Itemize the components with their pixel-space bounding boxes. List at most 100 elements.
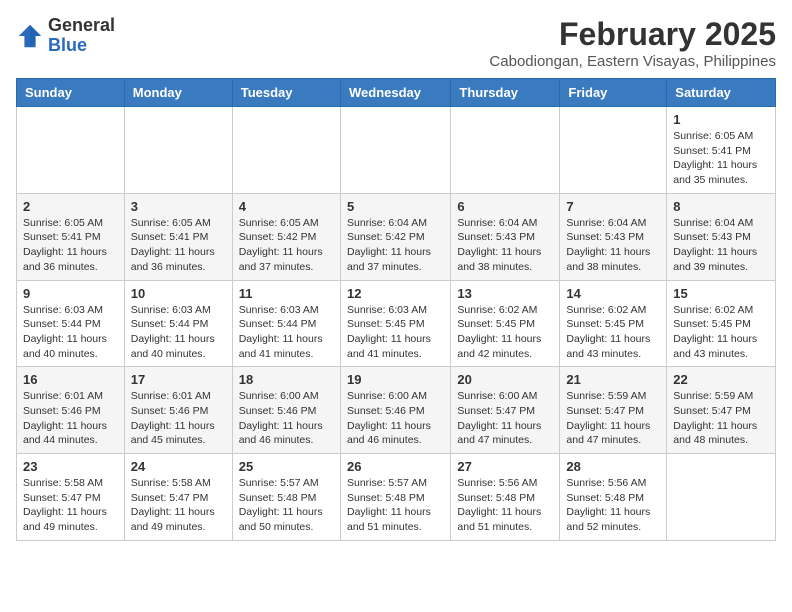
day-info: Sunrise: 6:04 AM Sunset: 5:43 PM Dayligh… [457, 216, 553, 275]
day-number: 23 [23, 459, 118, 474]
day-info: Sunrise: 6:04 AM Sunset: 5:43 PM Dayligh… [673, 216, 769, 275]
calendar-cell: 16 Sunrise: 6:01 AM Sunset: 5:46 PM Dayli… [17, 367, 125, 454]
calendar-cell: 7 Sunrise: 6:04 AM Sunset: 5:43 PM Daylig… [560, 193, 667, 280]
day-number: 9 [23, 286, 118, 301]
column-header-thursday: Thursday [451, 79, 560, 107]
day-number: 25 [239, 459, 334, 474]
calendar-cell: 4 Sunrise: 6:05 AM Sunset: 5:42 PM Daylig… [232, 193, 340, 280]
day-info: Sunrise: 6:03 AM Sunset: 5:45 PM Dayligh… [347, 303, 444, 362]
calendar-table: SundayMondayTuesdayWednesdayThursdayFrid… [16, 78, 776, 541]
day-number: 4 [239, 199, 334, 214]
day-info: Sunrise: 6:05 AM Sunset: 5:41 PM Dayligh… [673, 129, 769, 188]
day-info: Sunrise: 6:01 AM Sunset: 5:46 PM Dayligh… [131, 389, 226, 448]
calendar-cell: 12 Sunrise: 6:03 AM Sunset: 5:45 PM Dayli… [340, 280, 450, 367]
calendar-cell: 1 Sunrise: 6:05 AM Sunset: 5:41 PM Daylig… [667, 107, 776, 194]
calendar-cell: 22 Sunrise: 5:59 AM Sunset: 5:47 PM Dayli… [667, 367, 776, 454]
calendar-cell: 15 Sunrise: 6:02 AM Sunset: 5:45 PM Dayli… [667, 280, 776, 367]
calendar-cell: 2Sunrise: 6:05 AM Sunset: 5:41 PM Daylig… [17, 193, 125, 280]
logo-general-text: General [48, 15, 115, 35]
day-number: 22 [673, 372, 769, 387]
calendar-cell: 24 Sunrise: 5:58 AM Sunset: 5:47 PM Dayli… [124, 454, 232, 541]
day-info: Sunrise: 6:04 AM Sunset: 5:43 PM Dayligh… [566, 216, 660, 275]
day-number: 12 [347, 286, 444, 301]
calendar-week-row: 16 Sunrise: 6:01 AM Sunset: 5:46 PM Dayli… [17, 367, 776, 454]
calendar-cell: 25 Sunrise: 5:57 AM Sunset: 5:48 PM Dayli… [232, 454, 340, 541]
calendar-cell: 3 Sunrise: 6:05 AM Sunset: 5:41 PM Daylig… [124, 193, 232, 280]
day-info: Sunrise: 6:05 AM Sunset: 5:41 PM Dayligh… [23, 216, 118, 275]
column-header-friday: Friday [560, 79, 667, 107]
calendar-cell: 23 Sunrise: 5:58 AM Sunset: 5:47 PM Dayli… [17, 454, 125, 541]
calendar-cell: 26Sunrise: 5:57 AM Sunset: 5:48 PM Dayli… [340, 454, 450, 541]
calendar-cell [667, 454, 776, 541]
calendar-header-row: SundayMondayTuesdayWednesdayThursdayFrid… [17, 79, 776, 107]
day-number: 3 [131, 199, 226, 214]
day-number: 6 [457, 199, 553, 214]
column-header-tuesday: Tuesday [232, 79, 340, 107]
day-number: 19 [347, 372, 444, 387]
day-info: Sunrise: 6:05 AM Sunset: 5:41 PM Dayligh… [131, 216, 226, 275]
day-number: 15 [673, 286, 769, 301]
calendar-cell [451, 107, 560, 194]
day-info: Sunrise: 6:00 AM Sunset: 5:47 PM Dayligh… [457, 389, 553, 448]
calendar-cell: 18 Sunrise: 6:00 AM Sunset: 5:46 PM Dayli… [232, 367, 340, 454]
calendar-cell: 5 Sunrise: 6:04 AM Sunset: 5:42 PM Daylig… [340, 193, 450, 280]
day-number: 10 [131, 286, 226, 301]
title-block: February 2025 Cabodiongan, Eastern Visay… [489, 16, 776, 70]
column-header-wednesday: Wednesday [340, 79, 450, 107]
calendar-cell: 11Sunrise: 6:03 AM Sunset: 5:44 PM Dayli… [232, 280, 340, 367]
logo-blue-text: Blue [48, 35, 87, 55]
day-info: Sunrise: 6:03 AM Sunset: 5:44 PM Dayligh… [131, 303, 226, 362]
day-number: 7 [566, 199, 660, 214]
day-number: 5 [347, 199, 444, 214]
day-info: Sunrise: 5:58 AM Sunset: 5:47 PM Dayligh… [23, 476, 118, 535]
calendar-cell: 19Sunrise: 6:00 AM Sunset: 5:46 PM Dayli… [340, 367, 450, 454]
day-info: Sunrise: 5:57 AM Sunset: 5:48 PM Dayligh… [239, 476, 334, 535]
calendar-week-row: 23 Sunrise: 5:58 AM Sunset: 5:47 PM Dayli… [17, 454, 776, 541]
day-info: Sunrise: 6:00 AM Sunset: 5:46 PM Dayligh… [239, 389, 334, 448]
calendar-cell: 21 Sunrise: 5:59 AM Sunset: 5:47 PM Dayli… [560, 367, 667, 454]
day-info: Sunrise: 5:56 AM Sunset: 5:48 PM Dayligh… [457, 476, 553, 535]
logo-icon [16, 22, 44, 50]
location-subtitle: Cabodiongan, Eastern Visayas, Philippine… [489, 53, 776, 70]
calendar-cell: 10 Sunrise: 6:03 AM Sunset: 5:44 PM Dayli… [124, 280, 232, 367]
column-header-sunday: Sunday [17, 79, 125, 107]
day-info: Sunrise: 5:59 AM Sunset: 5:47 PM Dayligh… [673, 389, 769, 448]
calendar-cell [560, 107, 667, 194]
calendar-week-row: 2Sunrise: 6:05 AM Sunset: 5:41 PM Daylig… [17, 193, 776, 280]
calendar-cell: 9 Sunrise: 6:03 AM Sunset: 5:44 PM Daylig… [17, 280, 125, 367]
calendar-cell: 14 Sunrise: 6:02 AM Sunset: 5:45 PM Dayli… [560, 280, 667, 367]
day-number: 28 [566, 459, 660, 474]
day-info: Sunrise: 6:05 AM Sunset: 5:42 PM Dayligh… [239, 216, 334, 275]
calendar-cell: 8Sunrise: 6:04 AM Sunset: 5:43 PM Daylig… [667, 193, 776, 280]
page-header: General Blue February 2025 Cabodiongan, … [16, 16, 776, 70]
calendar-cell: 13Sunrise: 6:02 AM Sunset: 5:45 PM Dayli… [451, 280, 560, 367]
calendar-cell: 20 Sunrise: 6:00 AM Sunset: 5:47 PM Dayli… [451, 367, 560, 454]
day-number: 21 [566, 372, 660, 387]
day-info: Sunrise: 5:58 AM Sunset: 5:47 PM Dayligh… [131, 476, 226, 535]
calendar-week-row: 9 Sunrise: 6:03 AM Sunset: 5:44 PM Daylig… [17, 280, 776, 367]
day-info: Sunrise: 5:59 AM Sunset: 5:47 PM Dayligh… [566, 389, 660, 448]
calendar-cell: 17Sunrise: 6:01 AM Sunset: 5:46 PM Dayli… [124, 367, 232, 454]
day-number: 14 [566, 286, 660, 301]
calendar-cell [124, 107, 232, 194]
day-info: Sunrise: 5:56 AM Sunset: 5:48 PM Dayligh… [566, 476, 660, 535]
logo: General Blue [16, 16, 115, 56]
day-info: Sunrise: 6:03 AM Sunset: 5:44 PM Dayligh… [23, 303, 118, 362]
day-info: Sunrise: 6:04 AM Sunset: 5:42 PM Dayligh… [347, 216, 444, 275]
calendar-cell: 27 Sunrise: 5:56 AM Sunset: 5:48 PM Dayli… [451, 454, 560, 541]
day-number: 1 [673, 112, 769, 127]
day-number: 20 [457, 372, 553, 387]
day-info: Sunrise: 6:02 AM Sunset: 5:45 PM Dayligh… [673, 303, 769, 362]
day-number: 11 [239, 286, 334, 301]
day-number: 18 [239, 372, 334, 387]
day-number: 27 [457, 459, 553, 474]
day-info: Sunrise: 6:02 AM Sunset: 5:45 PM Dayligh… [566, 303, 660, 362]
day-info: Sunrise: 6:02 AM Sunset: 5:45 PM Dayligh… [457, 303, 553, 362]
calendar-cell [232, 107, 340, 194]
day-info: Sunrise: 6:01 AM Sunset: 5:46 PM Dayligh… [23, 389, 118, 448]
calendar-week-row: 1 Sunrise: 6:05 AM Sunset: 5:41 PM Daylig… [17, 107, 776, 194]
calendar-cell: 28 Sunrise: 5:56 AM Sunset: 5:48 PM Dayli… [560, 454, 667, 541]
column-header-monday: Monday [124, 79, 232, 107]
day-number: 16 [23, 372, 118, 387]
day-number: 24 [131, 459, 226, 474]
